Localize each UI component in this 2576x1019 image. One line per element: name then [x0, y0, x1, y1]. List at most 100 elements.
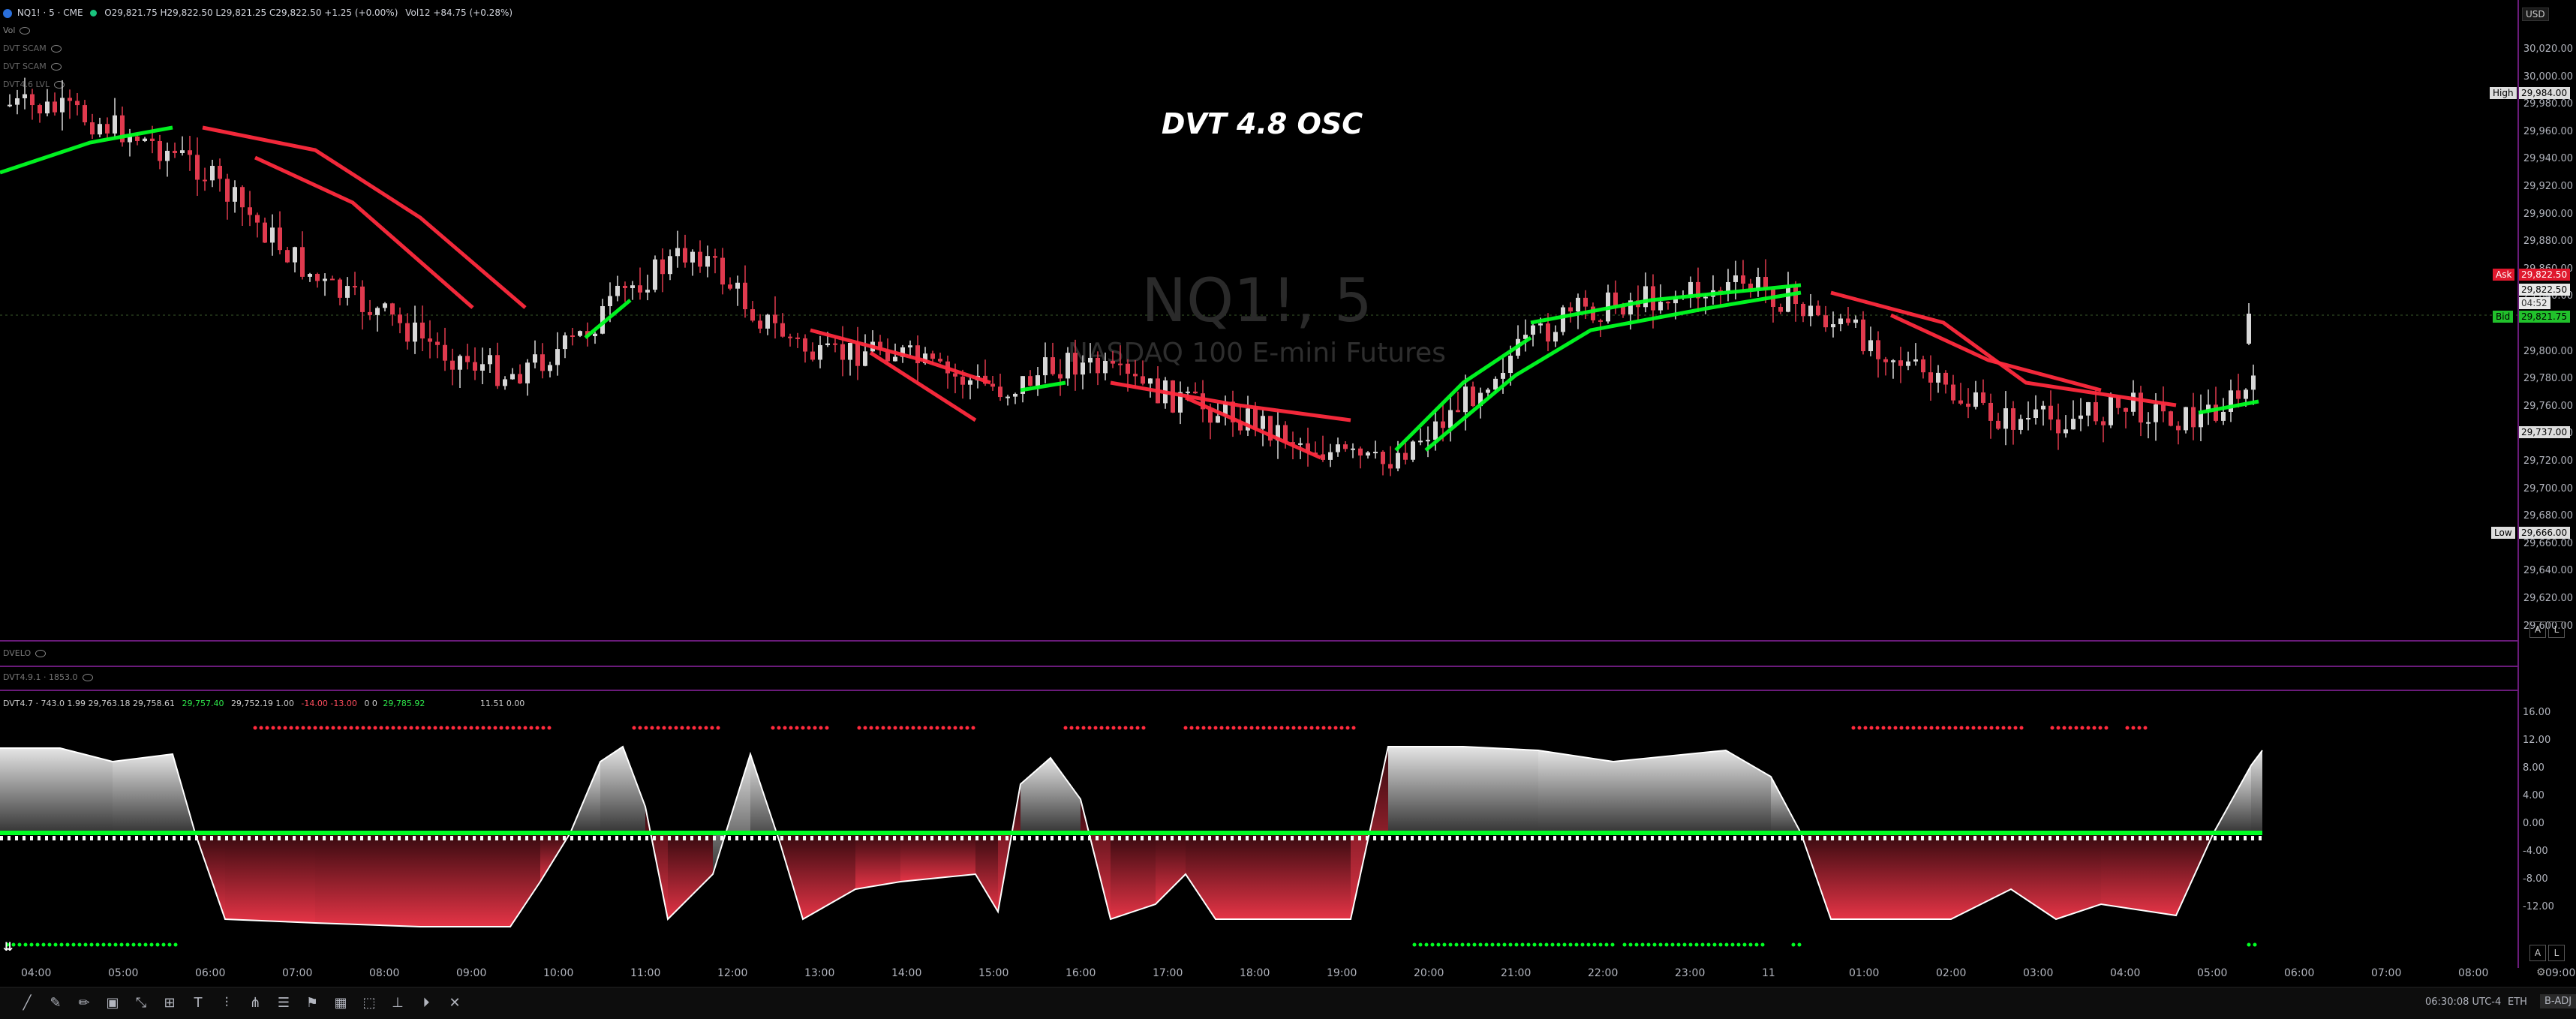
osc-auto-scale-button[interactable]: A	[2529, 945, 2546, 961]
eye-icon[interactable]	[35, 650, 47, 657]
osc-tick-mark	[1583, 836, 1586, 840]
currency-selector[interactable]: USD	[2522, 8, 2549, 21]
dvt491-legend[interactable]: DVT4.9.1 · 1853.0	[3, 672, 93, 682]
osc-signal-dot	[1315, 726, 1320, 730]
osc-signal-dot	[271, 726, 275, 730]
osc-bull-area	[1388, 747, 1463, 833]
osc-tick-mark	[158, 836, 161, 840]
osc-tick-mark	[1613, 836, 1616, 840]
osc-tick-mark	[1486, 836, 1489, 840]
pencil-icon[interactable]: ✏	[75, 994, 93, 1012]
candle	[683, 234, 687, 268]
frame-icon[interactable]: ⬚	[360, 994, 378, 1012]
candle	[323, 273, 327, 296]
osc-signal-dot	[547, 726, 552, 730]
session-toggle[interactable]: ETH	[2508, 996, 2527, 1008]
candle	[2146, 412, 2151, 439]
flag-icon[interactable]: ⚑	[303, 994, 321, 1012]
osc-bear-area	[2011, 833, 2056, 919]
osc-tick-mark	[1703, 836, 1706, 840]
osc-tick-mark	[525, 836, 528, 840]
candle	[390, 302, 395, 326]
candle	[1201, 380, 1205, 422]
osc-signal-dot	[1279, 726, 1284, 730]
osc-signal-dot	[1989, 726, 1994, 730]
osc-signal-dot	[95, 942, 100, 947]
candle	[225, 173, 230, 220]
osc-signal-dot	[929, 726, 933, 730]
osc-tick-mark	[645, 836, 648, 840]
osc-signal-dot	[143, 942, 148, 947]
candle	[1778, 303, 1783, 314]
table-icon[interactable]: ▦	[332, 994, 350, 1012]
grid-icon[interactable]: ⊞	[161, 994, 179, 1012]
candle	[53, 92, 57, 116]
osc-signal-dot	[2074, 726, 2079, 730]
osc-tick-mark	[1073, 836, 1076, 840]
osc-tick-mark	[270, 836, 273, 840]
osc-signal-dot	[481, 726, 485, 730]
fib-icon[interactable]: ⫶	[218, 994, 236, 1012]
osc-signal-dot	[710, 726, 714, 730]
list-icon[interactable]: ☰	[275, 994, 293, 1012]
brush-icon[interactable]: ✎	[47, 994, 65, 1012]
candle	[503, 376, 507, 390]
osc-signal-dot	[65, 942, 70, 947]
osc-tick-mark	[1193, 836, 1196, 840]
osc-log-scale-button[interactable]: L	[2548, 945, 2565, 961]
pane-separator[interactable]	[0, 690, 2517, 691]
pane-separator[interactable]	[0, 666, 2517, 667]
osc-signal-dot	[1574, 942, 1579, 947]
candle	[968, 375, 972, 400]
clock[interactable]: 06:30:08 UTC-4	[2425, 996, 2501, 1008]
osc-signal-dot	[1099, 726, 1104, 730]
osc-bull-area	[1051, 758, 1081, 833]
osc-tick-mark	[248, 836, 251, 840]
image-icon[interactable]: ▣	[104, 994, 122, 1012]
velo-legend[interactable]: DVELO	[3, 648, 47, 658]
time-axis[interactable]: 04:00 05:00 06:00 07:00 08:00 09:00 10:00 11:00…	[0, 963, 2575, 984]
replay-icon[interactable]: ⏵	[417, 994, 435, 1012]
trend-line-icon[interactable]: ╱	[18, 994, 36, 1012]
path-icon[interactable]: ⤡	[132, 994, 150, 1012]
auto-scale-button[interactable]: A	[2529, 621, 2546, 638]
candle	[368, 299, 372, 320]
osc-signal-dot	[2019, 726, 2024, 730]
candle	[1846, 307, 1850, 326]
measure-icon[interactable]: ⊥	[389, 994, 407, 1012]
fork-icon[interactable]: ⋔	[246, 994, 264, 1012]
oscillator-chart[interactable]	[0, 694, 2517, 960]
candle	[1801, 302, 1805, 323]
osc-signal-dot	[1526, 942, 1531, 947]
text-icon[interactable]: T	[189, 994, 207, 1012]
adjustment-toggle[interactable]: B-ADJ	[2540, 994, 2576, 1008]
pane-separator[interactable]	[0, 640, 2517, 642]
osc-tick-mark	[1321, 836, 1324, 840]
candle	[285, 246, 290, 263]
osc-signal-dot	[1111, 726, 1116, 730]
candle	[1058, 359, 1063, 396]
price-chart[interactable]: NQ1!, 5 NASDAQ 100 E-mini Futures DVT 4.…	[0, 0, 2517, 638]
osc-tick-mark	[1688, 836, 1691, 840]
candle	[443, 327, 447, 371]
time-tick: 21:00	[1501, 967, 1531, 979]
osc-tick-mark	[1883, 836, 1886, 840]
candle	[1246, 395, 1250, 437]
osc-bear-area	[1156, 833, 1186, 904]
candle	[1403, 443, 1408, 464]
osc-signal-dot	[911, 726, 915, 730]
osc-tick-mark	[1133, 836, 1136, 840]
candle	[1306, 427, 1310, 467]
osc-tick-mark	[1201, 836, 1204, 840]
settings-icon[interactable]: ⚙	[2536, 966, 2546, 978]
eye-icon[interactable]	[82, 674, 93, 681]
osc-signal-dot	[1935, 726, 1940, 730]
osc-tick-mark	[180, 836, 183, 840]
close-icon[interactable]: ✕	[446, 994, 464, 1012]
osc-tick-mark	[1598, 836, 1601, 840]
osc-signal-dot	[662, 726, 666, 730]
log-scale-button[interactable]: L	[2548, 621, 2565, 638]
osc-tick-mark	[1246, 836, 1249, 840]
candle	[293, 246, 297, 273]
osc-signal-dot	[1929, 726, 1934, 730]
